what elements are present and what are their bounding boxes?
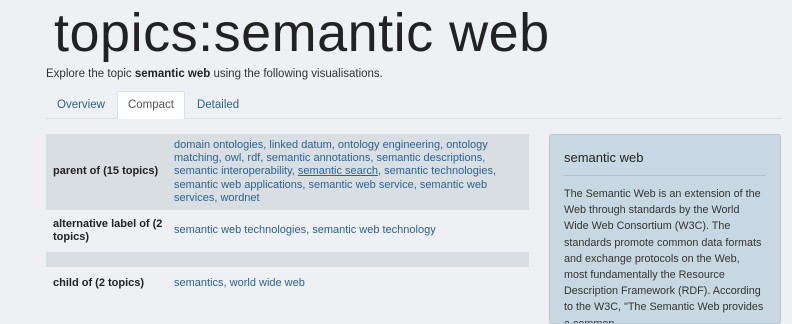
tab-compact[interactable]: Compact (116, 91, 185, 119)
topic-link[interactable]: world wide web (230, 277, 305, 289)
child-links: semantics, world wide web (174, 277, 305, 290)
topic-link[interactable]: rdf (247, 152, 260, 164)
intro-text: Explore the topic semantic web using the… (46, 68, 383, 80)
topic-link[interactable]: semantics (174, 277, 224, 289)
alternative-label: alternative label of (2 topics) (53, 217, 163, 243)
intro-suffix: using the following visualisations. (210, 68, 383, 80)
intro-topic: semantic web (134, 68, 211, 80)
topic-link[interactable]: semantic web technologies (174, 224, 306, 236)
child-label: child of (2 topics) (53, 277, 145, 290)
table-row-empty (46, 252, 529, 267)
topic-link[interactable]: semantic annotations (266, 152, 370, 164)
table-row-alternative: alternative label of (2 topics) semantic… (46, 210, 529, 252)
topic-link[interactable]: semantic interoperability (174, 165, 292, 177)
tab-overview[interactable]: Overview (46, 91, 116, 118)
topic-link[interactable]: semantic web technology (312, 224, 436, 236)
topic-link[interactable]: owl (225, 152, 242, 164)
tab-detailed[interactable]: Detailed (186, 91, 250, 118)
sidebar-title: semantic web (564, 150, 766, 176)
relations-table: parent of (15 topics) domain ontologies,… (46, 134, 529, 299)
topic-link[interactable]: domain ontologies (174, 139, 263, 151)
parent-label: parent of (15 topics) (53, 165, 159, 178)
sidebar-description: The Semantic Web is an extension of the … (564, 188, 764, 324)
topic-description-panel: semantic web The Semantic Web is an exte… (549, 134, 781, 324)
topic-link[interactable]: semantic web service (309, 179, 414, 191)
topic-link[interactable]: linked datum (269, 139, 331, 151)
topic-link[interactable]: wordnet (220, 192, 259, 204)
page-title: topics:semantic web (54, 3, 550, 63)
topic-link[interactable]: ontology engineering (338, 139, 440, 151)
topic-link[interactable]: semantic descriptions (376, 152, 482, 164)
intro-prefix: Explore the topic (46, 68, 135, 80)
topic-link[interactable]: semantic search (298, 165, 378, 177)
topic-link[interactable]: semantic technologies (384, 165, 493, 177)
alternative-links: semantic web technologies, semantic web … (174, 224, 436, 237)
table-row-child: child of (2 topics) semantics, world wid… (46, 269, 529, 299)
parent-links: domain ontologies, linked datum, ontolog… (174, 139, 497, 204)
tab-bar: Overview Compact Detailed (46, 91, 782, 119)
table-row-parent: parent of (15 topics) domain ontologies,… (46, 134, 529, 210)
topic-link[interactable]: semantic web applications (174, 179, 302, 191)
